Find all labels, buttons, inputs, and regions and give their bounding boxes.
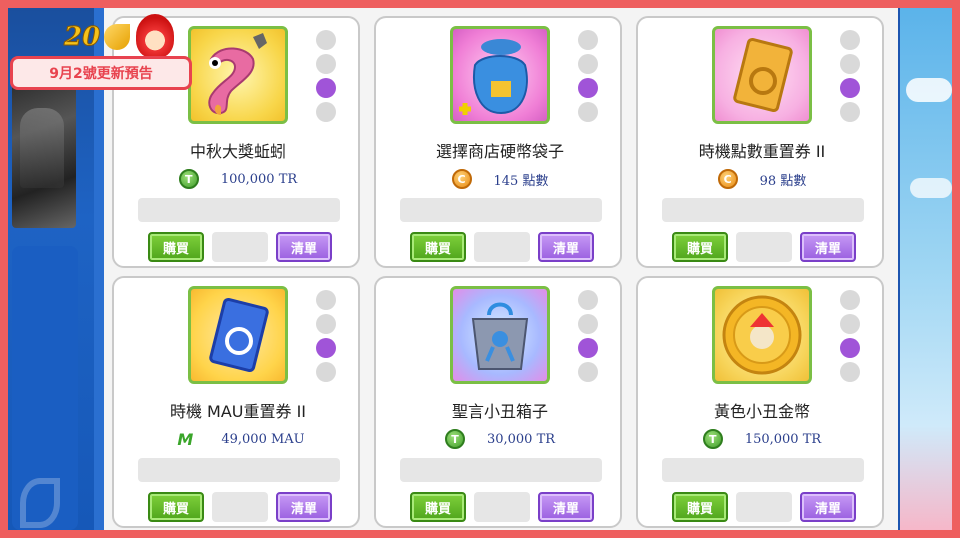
item-price-row: M 49,000 MAU — [114, 428, 362, 450]
side-photo — [12, 78, 76, 228]
variant-dot-selected[interactable] — [578, 78, 598, 98]
mau-reset-ticket-image[interactable] — [188, 286, 288, 384]
buy-button[interactable]: 購買 — [672, 492, 728, 522]
variant-dot[interactable] — [316, 362, 336, 382]
item-name: 中秋大獎蚯蚓 — [189, 142, 286, 161]
item-name: 黃色小丑金幣 — [713, 402, 810, 421]
variant-dot[interactable] — [316, 30, 336, 50]
item-price: 145 點數 — [493, 173, 549, 189]
item-card-3: 時機點數重置券 II C 98 點數 購買 清單 — [636, 16, 884, 268]
item-name: 聖言小丑箱子 — [451, 402, 548, 421]
item-card-5: 聖言小丑箱子 T 30,000 TR 購買 清單 — [374, 276, 622, 528]
coin-bag-item-image[interactable] — [450, 26, 550, 124]
variant-dot-selected[interactable] — [840, 78, 860, 98]
info-bar — [400, 458, 602, 482]
list-button[interactable]: 清單 — [276, 232, 332, 262]
variant-dot-selected[interactable] — [316, 338, 336, 358]
info-bar — [400, 198, 602, 222]
buy-button[interactable]: 購買 — [672, 232, 728, 262]
buy-button[interactable]: 購買 — [148, 492, 204, 522]
wing-icon — [104, 24, 130, 50]
list-button[interactable]: 清單 — [800, 232, 856, 262]
list-button[interactable]: 清單 — [538, 492, 594, 522]
variant-dot[interactable] — [840, 314, 860, 334]
list-button[interactable]: 清單 — [538, 232, 594, 262]
quantity-box — [736, 232, 792, 262]
variant-dots — [578, 290, 600, 386]
clown-box-item-image[interactable] — [450, 286, 550, 384]
variant-dot[interactable] — [316, 54, 336, 74]
variant-dot[interactable] — [578, 30, 598, 50]
buy-button[interactable]: 購買 — [148, 232, 204, 262]
sky-decoration — [900, 8, 952, 530]
variant-dots — [840, 30, 862, 126]
swoosh-decoration — [20, 478, 60, 528]
item-card-6: 黃色小丑金幣 T 150,000 TR 購買 清單 — [636, 276, 884, 528]
quantity-box — [212, 232, 268, 262]
gold-clown-coin-image[interactable] — [712, 286, 812, 384]
variant-dot[interactable] — [578, 290, 598, 310]
buy-button[interactable]: 購買 — [410, 492, 466, 522]
variant-dot[interactable] — [316, 314, 336, 334]
item-price-row: C 98 點數 — [638, 168, 886, 190]
variant-dot[interactable] — [840, 30, 860, 50]
variant-dots — [840, 290, 862, 386]
variant-dot[interactable] — [316, 290, 336, 310]
item-price-row: T 150,000 TR — [638, 428, 886, 450]
anniversary-logo: 20 — [60, 14, 180, 60]
item-price: 98 點數 — [759, 173, 807, 189]
list-button[interactable]: 清單 — [800, 492, 856, 522]
cash-coin-icon: C — [451, 169, 472, 189]
item-price-row: C 145 點數 — [376, 168, 624, 190]
variant-dot[interactable] — [578, 54, 598, 74]
variant-dot[interactable] — [578, 314, 598, 334]
cash-reset-ticket-image[interactable] — [712, 26, 812, 124]
variant-dot[interactable] — [840, 290, 860, 310]
quantity-box — [474, 492, 530, 522]
buy-button[interactable]: 購買 — [410, 232, 466, 262]
item-price: 100,000 TR — [220, 171, 298, 187]
variant-dot[interactable] — [578, 362, 598, 382]
variant-dot[interactable] — [840, 362, 860, 382]
quantity-box — [474, 232, 530, 262]
item-card-4: 時機 MAU重置券 II M 49,000 MAU 購買 清單 — [112, 276, 360, 528]
mascot-icon — [136, 14, 174, 58]
info-bar — [138, 198, 340, 222]
variant-dot-selected[interactable] — [840, 338, 860, 358]
item-name: 時機點數重置券 II — [698, 142, 826, 161]
item-name: 選擇商店硬幣袋子 — [435, 142, 564, 161]
variant-dot[interactable] — [840, 54, 860, 74]
variant-dots — [578, 30, 600, 126]
info-bar — [662, 198, 864, 222]
quantity-box — [736, 492, 792, 522]
list-button[interactable]: 清單 — [276, 492, 332, 522]
cash-coin-icon: C — [717, 169, 738, 189]
item-price-row: T 100,000 TR — [114, 168, 362, 190]
tr-coin-icon: T — [444, 429, 465, 449]
variant-dot[interactable] — [840, 102, 860, 122]
item-price: 150,000 TR — [744, 431, 822, 447]
item-price: 49,000 MAU — [221, 431, 305, 447]
variant-dots — [316, 30, 338, 126]
variant-dot[interactable] — [578, 102, 598, 122]
item-price-row: T 30,000 TR — [376, 428, 624, 450]
item-card-2: 選擇商店硬幣袋子 C 145 點數 購買 清單 — [374, 16, 622, 268]
variant-dot-selected[interactable] — [316, 78, 336, 98]
variant-dot-selected[interactable] — [578, 338, 598, 358]
twenty-logo-text: 20 — [63, 22, 101, 53]
quantity-box — [212, 492, 268, 522]
mau-currency-icon: M — [177, 429, 194, 449]
tr-coin-icon: T — [702, 429, 723, 449]
variant-dots — [316, 290, 338, 386]
item-name: 時機 MAU重置券 II — [169, 402, 307, 421]
item-price: 30,000 TR — [486, 431, 556, 447]
info-bar — [662, 458, 864, 482]
info-bar — [138, 458, 340, 482]
variant-dot[interactable] — [316, 102, 336, 122]
worm-item-image[interactable] — [188, 26, 288, 124]
tr-coin-icon: T — [178, 169, 199, 189]
update-preview-banner: 9月2號更新預告 — [10, 56, 192, 90]
